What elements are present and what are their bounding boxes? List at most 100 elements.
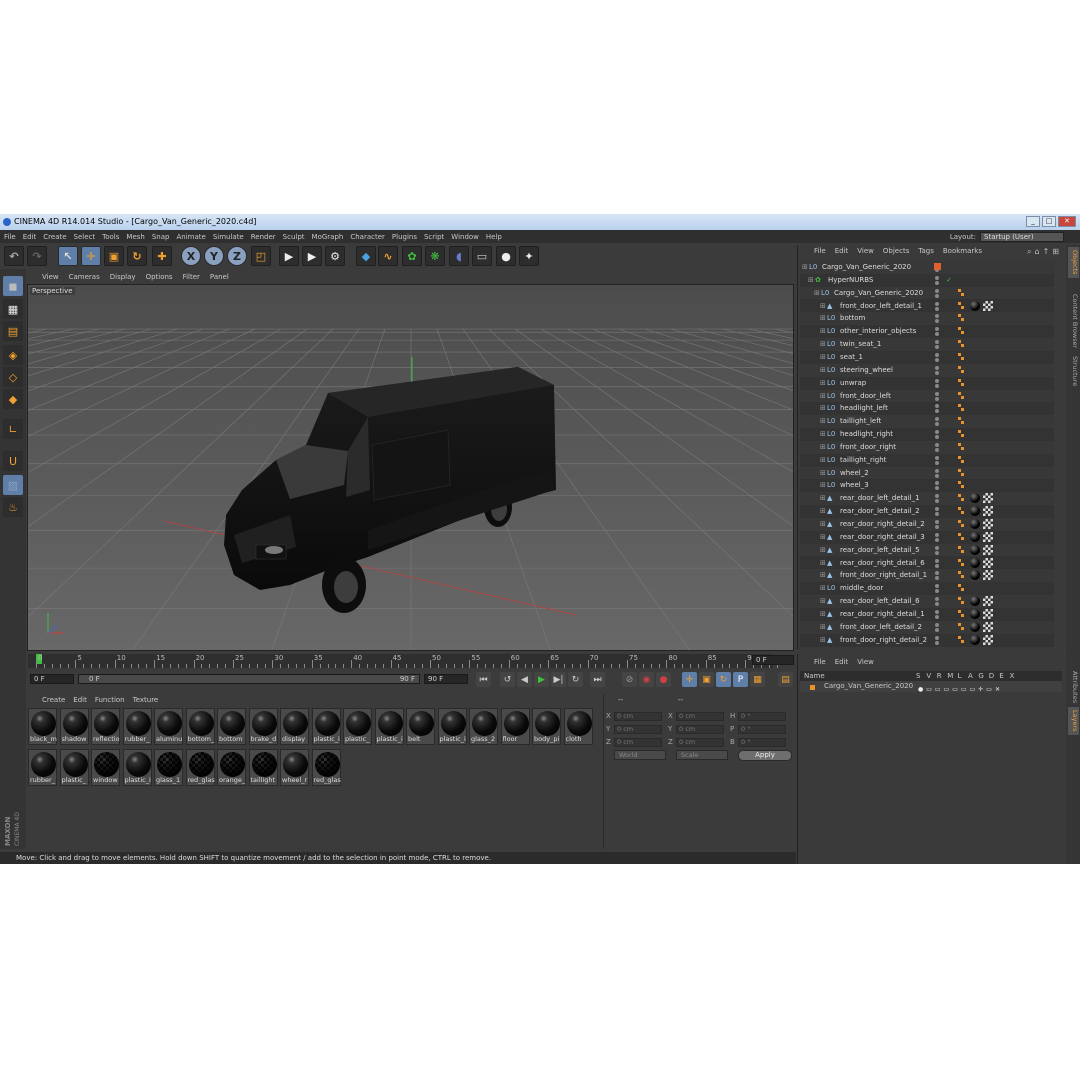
x-axis-icon[interactable]: X	[181, 246, 201, 266]
floor-icon[interactable]: ▭	[472, 246, 492, 266]
object-row[interactable]: ⊞ ▲ rear_door_left_detail_1	[800, 492, 1054, 506]
apply-button[interactable]: Apply	[738, 750, 792, 761]
visibility-dots[interactable]	[935, 584, 940, 594]
close-button[interactable]: ✕	[1058, 216, 1076, 227]
enabled-check-icon[interactable]: ✓	[946, 274, 952, 286]
texture-tag-icon[interactable]	[983, 506, 993, 517]
material-swatch[interactable]: belt	[406, 708, 435, 745]
expand-toggle-icon[interactable]: ⊞	[820, 377, 826, 389]
menu-tools[interactable]: Tools	[102, 233, 119, 241]
visibility-dots[interactable]	[935, 314, 940, 324]
object-row[interactable]: ⊞ ✿ HyperNURBS ✓	[800, 274, 1054, 287]
texture-tag-icon[interactable]	[983, 596, 993, 607]
material-swatch[interactable]: plastic_	[59, 749, 89, 786]
material-swatch[interactable]: black_m	[28, 708, 57, 745]
expand-toggle-icon[interactable]: ⊞	[814, 287, 820, 299]
expand-toggle-icon[interactable]: ⊞	[802, 261, 808, 273]
move-icon[interactable]: ✛	[81, 246, 101, 266]
viewport-menu-cameras[interactable]: Cameras	[69, 273, 100, 281]
coord-value-input[interactable]: 0 °	[738, 725, 786, 734]
expand-toggle-icon[interactable]: ⊞	[820, 312, 826, 324]
menu-help[interactable]: Help	[486, 233, 502, 241]
side-tab-objects[interactable]: Objects	[1068, 247, 1079, 278]
autokey-icon[interactable]: ◉	[639, 672, 654, 687]
material-swatch[interactable]: orange_	[217, 749, 246, 786]
object-row[interactable]: ⊞ L0 taillight_left	[800, 415, 1054, 428]
side-tab-attributes[interactable]: Attributes	[1068, 668, 1079, 706]
visibility-dots[interactable]	[935, 430, 940, 440]
object-row[interactable]: ⊞ ▲ rear_door_left_detail_2	[800, 505, 1054, 518]
visibility-dots[interactable]	[935, 532, 940, 542]
menu-simulate[interactable]: Simulate	[213, 233, 244, 241]
expand-toggle-icon[interactable]: ⊞	[820, 338, 826, 350]
key-parameter-icon[interactable]: P	[733, 672, 748, 687]
material-tag-icon[interactable]	[970, 596, 980, 607]
expand-toggle-icon[interactable]: ⊞	[820, 454, 826, 466]
object-row[interactable]: ⊞ ▲ rear_door_right_detail_2	[800, 518, 1054, 531]
texture-tag-icon[interactable]	[983, 557, 993, 568]
object-row[interactable]: ⊞ ▲ front_door_left_detail_2	[800, 620, 1054, 634]
texture-tag-icon[interactable]	[983, 544, 993, 555]
expand-toggle-icon[interactable]: ⊞	[820, 634, 826, 646]
material-swatch[interactable]: glass_1	[154, 749, 183, 786]
side-tab-layers[interactable]: Layers	[1068, 707, 1079, 735]
coord-value-input[interactable]: 0 cm	[614, 738, 662, 747]
material-swatch[interactable]: brake_d	[248, 708, 278, 745]
viewport-menu-display[interactable]: Display	[110, 273, 136, 281]
add-icon[interactable]: ✚	[152, 246, 172, 266]
expand-toggle-icon[interactable]: ⊞	[820, 479, 826, 491]
workplane-icon[interactable]: ▤	[3, 321, 23, 341]
up-arrow-icon[interactable]: ↑	[1043, 247, 1050, 257]
texture-tag-icon[interactable]	[983, 531, 993, 542]
material-swatch[interactable]: cloth	[563, 708, 593, 745]
object-row[interactable]: ⊞ L0 front_door_left	[800, 389, 1054, 403]
side-tab-structure[interactable]: Structure	[1068, 353, 1079, 389]
object-row[interactable]: ⊞ ▲ rear_door_right_detail_1	[800, 608, 1054, 621]
material-tag-icon[interactable]	[970, 506, 980, 517]
visibility-dots[interactable]	[935, 635, 940, 645]
coordinate-system-icon[interactable]: ◰	[251, 246, 271, 266]
coord-value-input[interactable]: 0 cm	[676, 725, 724, 734]
visibility-dots[interactable]	[935, 455, 940, 465]
visibility-dots[interactable]	[935, 481, 940, 491]
material-swatch[interactable]: plastic_i	[122, 749, 152, 786]
layer-row[interactable]: Cargo_Van_Generic_2020 ●▭▭▭▭▭▭✛▭✕	[800, 681, 1062, 693]
object-menu-edit[interactable]: Edit	[835, 247, 849, 255]
key-rotation-icon[interactable]: ↻	[716, 672, 731, 687]
visibility-dots[interactable]	[935, 391, 940, 401]
texture-tag-icon[interactable]	[983, 300, 993, 311]
material-swatch[interactable]: reflectio	[91, 708, 120, 745]
redo-icon[interactable]: ↷	[27, 246, 47, 266]
material-swatch[interactable]: wheel_r	[280, 749, 309, 786]
material-tag-icon[interactable]	[970, 621, 980, 632]
expand-toggle-icon[interactable]: ⊞	[820, 492, 826, 504]
object-row[interactable]: ⊞ ▲ front_door_left_detail_1	[800, 300, 1054, 313]
visibility-dots[interactable]	[935, 352, 940, 362]
material-swatch[interactable]: plastic_i	[311, 708, 341, 745]
search-icon[interactable]: ⌕	[1027, 247, 1031, 257]
y-axis-icon[interactable]: Y	[204, 246, 224, 266]
side-tab-content-browser[interactable]: Content Browser	[1068, 291, 1079, 351]
expand-toggle-icon[interactable]: ⊞	[820, 621, 826, 633]
object-row[interactable]: ⊞ ▲ rear_door_right_detail_3	[800, 531, 1054, 544]
object-row[interactable]: ⊞ L0 middle_door	[800, 582, 1054, 595]
minimize-button[interactable]: _	[1026, 216, 1040, 227]
layout-dropdown[interactable]: Startup (User)	[980, 231, 1064, 242]
expand-toggle-icon[interactable]: ⊞	[820, 531, 826, 543]
coord-mode-dropdown[interactable]: World	[614, 750, 666, 760]
coord-scale-dropdown[interactable]: Scale	[676, 750, 728, 760]
array-icon[interactable]: ❋	[425, 246, 445, 266]
menu-create[interactable]: Create	[43, 233, 66, 241]
menu-edit[interactable]: Edit	[23, 233, 37, 241]
visibility-dots[interactable]	[935, 545, 940, 555]
object-row[interactable]: ⊞ L0 Cargo_Van_Generic_2020	[800, 286, 1054, 300]
coord-value-input[interactable]: 0 cm	[614, 725, 662, 734]
light-icon[interactable]: ✦	[519, 246, 539, 266]
layer-menu-file[interactable]: File	[814, 658, 826, 666]
menu-mesh[interactable]: Mesh	[126, 233, 144, 241]
object-menu-bookmarks[interactable]: Bookmarks	[943, 247, 982, 255]
material-swatch[interactable]: floor	[500, 708, 530, 745]
material-tag-icon[interactable]	[970, 531, 980, 542]
object-row[interactable]: ⊞ L0 unwrap	[800, 377, 1054, 390]
visibility-dots[interactable]	[935, 275, 940, 285]
